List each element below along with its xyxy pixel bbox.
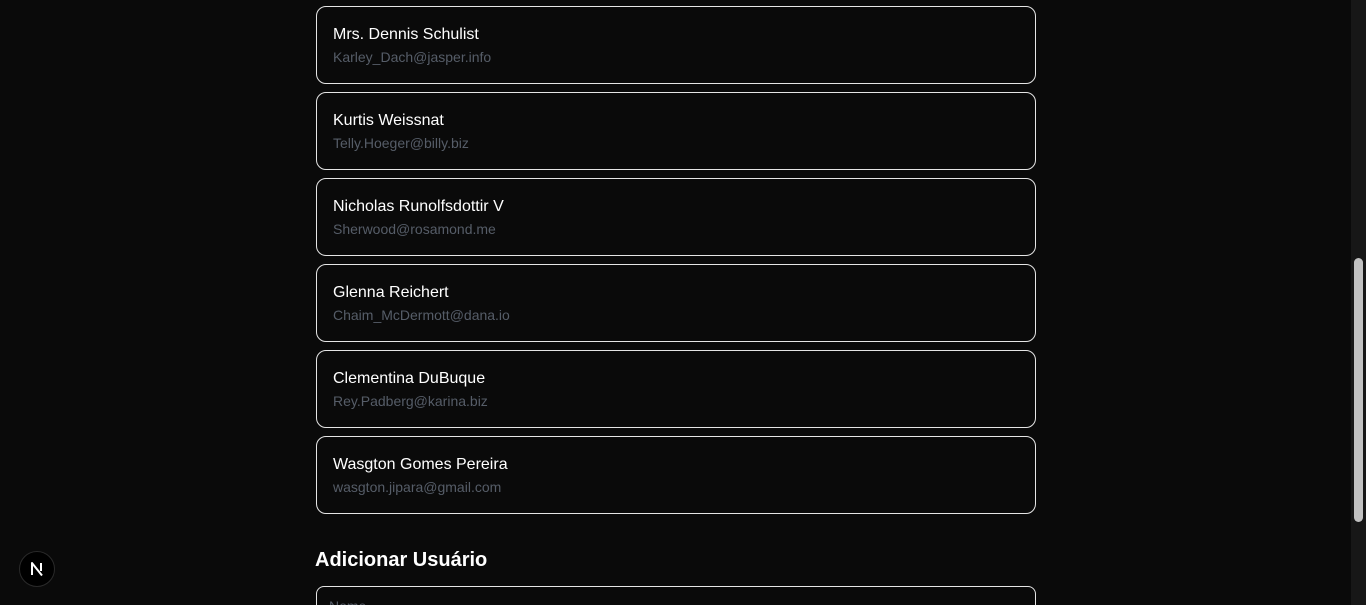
- user-email: Chaim_McDermott@dana.io: [333, 307, 510, 323]
- user-email: Karley_Dach@jasper.info: [333, 49, 492, 65]
- user-name: Glenna Reichert: [333, 284, 449, 301]
- user-email: Rey.Padberg@karina.biz: [333, 393, 488, 409]
- user-name: Kurtis Weissnat: [333, 112, 444, 129]
- nextjs-dev-tools-button[interactable]: [19, 551, 55, 587]
- user-card[interactable]: Wasgton Gomes Pereira wasgton.jipara@gma…: [316, 436, 1036, 514]
- user-card[interactable]: Clementina DuBuque Rey.Padberg@karina.bi…: [316, 350, 1036, 428]
- name-input[interactable]: [316, 586, 1036, 605]
- user-list: Mrs. Dennis Schulist Karley_Dach@jasper.…: [316, 6, 1036, 522]
- user-email: Telly.Hoeger@billy.biz: [333, 135, 469, 151]
- scrollbar-thumb[interactable]: [1354, 258, 1363, 522]
- page-viewport: Mrs. Dennis Schulist Karley_Dach@jasper.…: [0, 0, 1366, 605]
- user-name: Clementina DuBuque: [333, 370, 486, 387]
- user-name: Nicholas Runolfsdottir V: [333, 198, 504, 215]
- user-email: Sherwood@rosamond.me: [333, 221, 496, 237]
- user-card[interactable]: Mrs. Dennis Schulist Karley_Dach@jasper.…: [316, 6, 1036, 84]
- add-user-title: Adicionar Usuário: [315, 549, 488, 571]
- user-name: Wasgton Gomes Pereira: [333, 456, 508, 473]
- add-user-form: [316, 586, 1036, 605]
- user-card[interactable]: Kurtis Weissnat Telly.Hoeger@billy.biz: [316, 92, 1036, 170]
- user-card[interactable]: Nicholas Runolfsdottir V Sherwood@rosamo…: [316, 178, 1036, 256]
- user-name: Mrs. Dennis Schulist: [333, 26, 479, 43]
- nextjs-logo-icon: [31, 562, 43, 577]
- user-email: wasgton.jipara@gmail.com: [333, 479, 502, 495]
- vertical-scrollbar[interactable]: [1351, 0, 1366, 605]
- user-card[interactable]: Glenna Reichert Chaim_McDermott@dana.io: [316, 264, 1036, 342]
